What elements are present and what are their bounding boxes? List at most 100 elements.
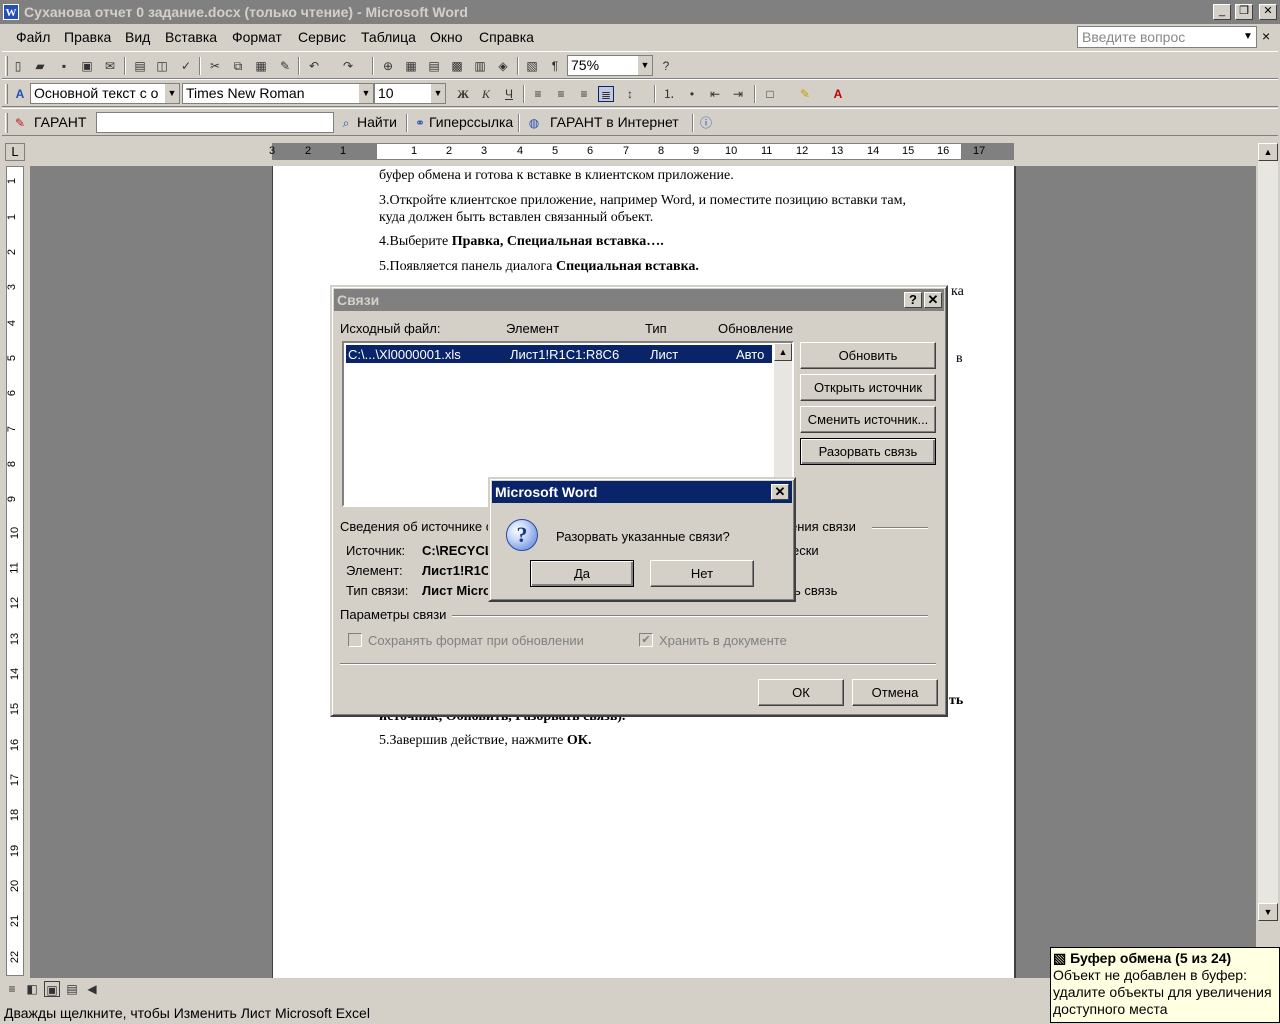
store-in-doc-checkbox[interactable]: ✔ <box>639 633 653 647</box>
borders-icon[interactable]: □ <box>762 86 778 102</box>
help-icon[interactable]: ? <box>658 58 674 74</box>
vertical-scrollbar[interactable]: ▲ ▼ <box>1258 143 1278 921</box>
scroll-up-icon[interactable]: ▲ <box>1258 143 1278 161</box>
line-spacing-icon[interactable]: ↕ <box>622 86 638 102</box>
font-size-combo[interactable]: 10 ▼ <box>374 83 446 104</box>
normal-view-icon[interactable]: ≡ <box>4 981 20 997</box>
scroll-left-icon[interactable]: ◀ <box>84 981 100 997</box>
no-button[interactable]: Нет <box>650 560 754 587</box>
tab-selector[interactable]: L <box>5 143 25 161</box>
align-right-icon[interactable]: ≡ <box>576 86 592 102</box>
links-close-button[interactable]: ✕ <box>924 292 942 308</box>
new-doc-icon[interactable]: ▯ <box>10 58 26 74</box>
underline-icon[interactable]: Ч <box>501 86 517 102</box>
horizontal-ruler[interactable]: 3 2 1 1 2 3 4 5 6 7 8 9 10 11 12 13 14 1… <box>269 143 1014 160</box>
confirm-close-button[interactable]: ✕ <box>771 484 789 500</box>
keep-format-checkbox[interactable] <box>348 633 362 647</box>
cancel-button[interactable]: Отмена <box>852 679 938 706</box>
doc-close-icon[interactable]: × <box>1262 28 1270 44</box>
menu-tools[interactable]: Сервис <box>298 29 346 45</box>
info-icon[interactable]: ⓘ <box>698 115 714 131</box>
scroll-down-icon[interactable]: ▼ <box>1258 903 1278 921</box>
print-preview-icon[interactable]: ◫ <box>154 58 170 74</box>
bullets-icon[interactable]: • <box>684 86 700 102</box>
break-link-button[interactable]: Разорвать связь <box>800 438 936 465</box>
insert-table-icon[interactable]: ▤ <box>426 58 442 74</box>
vertical-ruler[interactable]: 1 1 2 3 4 5 6 7 8 9 10 11 12 13 14 15 16… <box>6 166 24 976</box>
email-icon[interactable]: ✉ <box>102 58 118 74</box>
garant-menu-button[interactable]: ГАРАНТ <box>34 114 86 130</box>
font-combo[interactable]: Times New Roman ▼ <box>182 83 374 104</box>
style-combo[interactable]: Основной текст с о ▼ <box>30 83 180 104</box>
toolbar-grip[interactable] <box>5 113 8 133</box>
change-source-button[interactable]: Сменить источник... <box>800 406 936 433</box>
link-row[interactable]: C:\...\Xl0000001.xls Лист1!R1C1:R8C6 Лис… <box>346 345 772 363</box>
toolbar-grip[interactable] <box>5 84 8 104</box>
toolbar-grip[interactable] <box>5 56 8 76</box>
menu-view[interactable]: Вид <box>125 29 150 45</box>
open-source-button[interactable]: Открыть источник <box>800 374 936 401</box>
tables-borders-icon[interactable]: ▦ <box>403 58 419 74</box>
align-center-icon[interactable]: ≡ <box>553 86 569 102</box>
columns-icon[interactable]: ▥ <box>472 58 488 74</box>
menu-format[interactable]: Формат <box>232 29 282 45</box>
save-icon[interactable]: ▪ <box>56 58 72 74</box>
show-hide-icon[interactable]: ¶ <box>547 58 563 74</box>
redo-icon[interactable]: ↷ <box>340 58 356 74</box>
menu-table[interactable]: Таблица <box>361 29 416 45</box>
undo-icon[interactable]: ↶ <box>306 58 322 74</box>
increase-indent-icon[interactable]: ⇥ <box>730 86 746 102</box>
update-now-button[interactable]: Обновить <box>800 342 936 369</box>
justify-icon[interactable]: ≣ <box>598 86 614 102</box>
menu-file[interactable]: Файл <box>16 29 50 45</box>
find-button[interactable]: Найти <box>357 114 397 130</box>
size-dropdown-icon[interactable]: ▼ <box>431 84 445 103</box>
zoom-combo[interactable]: 75% ▼ <box>567 55 653 76</box>
ask-dropdown-icon[interactable]: ▼ <box>1240 28 1256 46</box>
spelling-icon[interactable]: ✓ <box>178 58 194 74</box>
insert-excel-icon[interactable]: ▩ <box>449 58 465 74</box>
hyperlink-icon[interactable]: ⊕ <box>380 58 396 74</box>
minimize-button[interactable]: _ <box>1213 4 1231 20</box>
garant-internet-button[interactable]: ГАРАНТ в Интернет <box>550 114 679 130</box>
menu-window[interactable]: Окно <box>430 29 463 45</box>
copy-icon[interactable]: ⧉ <box>230 58 246 74</box>
clipboard-notification[interactable]: ▧ Буфер обмена (5 из 24) Объект не добав… <box>1050 947 1280 1023</box>
align-left-icon[interactable]: ≡ <box>530 86 546 102</box>
document-map-icon[interactable]: ▧ <box>524 58 540 74</box>
cut-icon[interactable]: ✂ <box>207 58 223 74</box>
print-layout-icon[interactable]: ▣ <box>44 981 60 997</box>
menu-insert[interactable]: Вставка <box>165 29 217 45</box>
decrease-indent-icon[interactable]: ⇤ <box>707 86 723 102</box>
menu-help[interactable]: Справка <box>479 29 534 45</box>
close-window-button[interactable]: ✕ <box>1259 4 1277 20</box>
hyperlink-button[interactable]: Гиперссылка <box>429 114 513 130</box>
format-painter-icon[interactable]: ✎ <box>277 58 293 74</box>
zoom-dropdown-icon[interactable]: ▼ <box>638 56 652 75</box>
italic-icon[interactable]: К <box>478 86 494 102</box>
web-view-icon[interactable]: ◧ <box>24 981 40 997</box>
list-scroll-up-icon[interactable]: ▲ <box>774 343 792 361</box>
bold-icon[interactable]: Ж <box>455 86 471 102</box>
garant-search-input[interactable] <box>96 112 334 133</box>
ok-button[interactable]: ОК <box>758 679 844 706</box>
styles-icon[interactable]: A <box>12 86 28 102</box>
numbering-icon[interactable]: ⒈ <box>661 86 677 102</box>
font-color-icon[interactable]: A <box>830 86 846 102</box>
word-app-icon[interactable]: W <box>3 4 19 20</box>
highlight-icon[interactable]: ✎ <box>797 86 813 102</box>
menu-edit[interactable]: Правка <box>64 29 111 45</box>
horizontal-scrollbar[interactable]: ≡ ◧ ▣ ▤ ◀ <box>0 979 1050 999</box>
help-button[interactable]: ? <box>904 292 922 308</box>
drawing-icon[interactable]: ◈ <box>495 58 511 74</box>
style-dropdown-icon[interactable]: ▼ <box>165 84 179 103</box>
permission-icon[interactable]: ▣ <box>79 58 95 74</box>
restore-button[interactable]: ❐ <box>1235 4 1253 20</box>
ask-question-input[interactable]: Введите вопрос <box>1077 26 1257 48</box>
outline-view-icon[interactable]: ▤ <box>64 981 80 997</box>
font-dropdown-icon[interactable]: ▼ <box>359 84 373 103</box>
paste-icon[interactable]: ▦ <box>253 58 269 74</box>
print-icon[interactable]: ▤ <box>132 58 148 74</box>
open-folder-icon[interactable]: ▰ <box>32 58 48 74</box>
yes-button[interactable]: Да <box>530 560 634 587</box>
